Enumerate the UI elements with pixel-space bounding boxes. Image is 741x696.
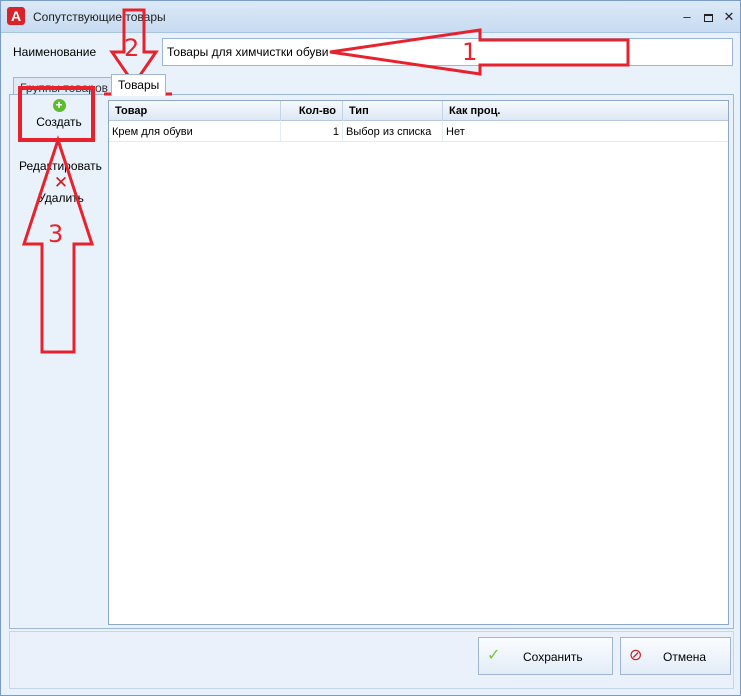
delete-x-icon: ✕ xyxy=(53,173,69,192)
delete-button[interactable]: ✕ Удалить xyxy=(33,173,89,205)
save-button[interactable]: ✓ Сохранить xyxy=(478,637,613,675)
column-header-as-percent[interactable]: Как проц. xyxy=(443,101,728,121)
title-bar: A Сопутствующие товары – ✕ xyxy=(1,1,740,33)
cell-qty: 1 xyxy=(281,122,343,142)
checkmark-icon: ✓ xyxy=(487,647,501,664)
window-title: Сопутствующие товары xyxy=(33,10,166,24)
plus-circle-icon: + xyxy=(52,99,66,112)
annotation-number-1: 1 xyxy=(462,38,478,66)
maximize-icon xyxy=(703,13,713,22)
cell-as-percent: Нет xyxy=(446,126,465,138)
delete-label: Удалить xyxy=(38,191,84,205)
cancel-circle-icon: ⊘ xyxy=(629,647,643,664)
app-logo-icon: A xyxy=(7,7,25,25)
column-header-qty[interactable]: Кол-во xyxy=(281,101,343,121)
cancel-button[interactable]: ⊘ Отмена xyxy=(620,637,731,675)
column-header-product[interactable]: Товар xyxy=(109,101,281,121)
dialog-window: A Сопутствующие товары – ✕ Наименование … xyxy=(0,0,741,696)
minimize-button[interactable]: – xyxy=(677,7,697,27)
name-label: Наименование xyxy=(13,45,97,59)
create-label: Создать xyxy=(36,115,82,129)
close-button[interactable]: ✕ xyxy=(719,7,739,27)
edit-button[interactable]: Редактировать xyxy=(19,159,102,173)
cancel-label: Отмена xyxy=(663,650,707,664)
annotation-number-3: 3 xyxy=(48,220,64,248)
create-button[interactable]: + Создать xyxy=(27,99,91,141)
save-label: Сохранить xyxy=(523,650,583,664)
maximize-button[interactable] xyxy=(698,7,718,27)
grid-header: Товар Кол-во Тип Как проц. xyxy=(109,101,728,121)
cell-type: Выбор из списка xyxy=(343,122,443,142)
table-row[interactable]: Крем для обуви 1 Выбор из списка Нет xyxy=(109,122,728,142)
name-input[interactable] xyxy=(162,38,733,66)
column-header-type[interactable]: Тип xyxy=(343,101,443,121)
products-grid[interactable]: Товар Кол-во Тип Как проц. Крем для обув… xyxy=(108,100,729,625)
tab-products[interactable]: Товары xyxy=(111,74,167,96)
cell-product: Крем для обуви xyxy=(109,122,281,142)
annotation-number-2: 2 xyxy=(124,34,140,62)
